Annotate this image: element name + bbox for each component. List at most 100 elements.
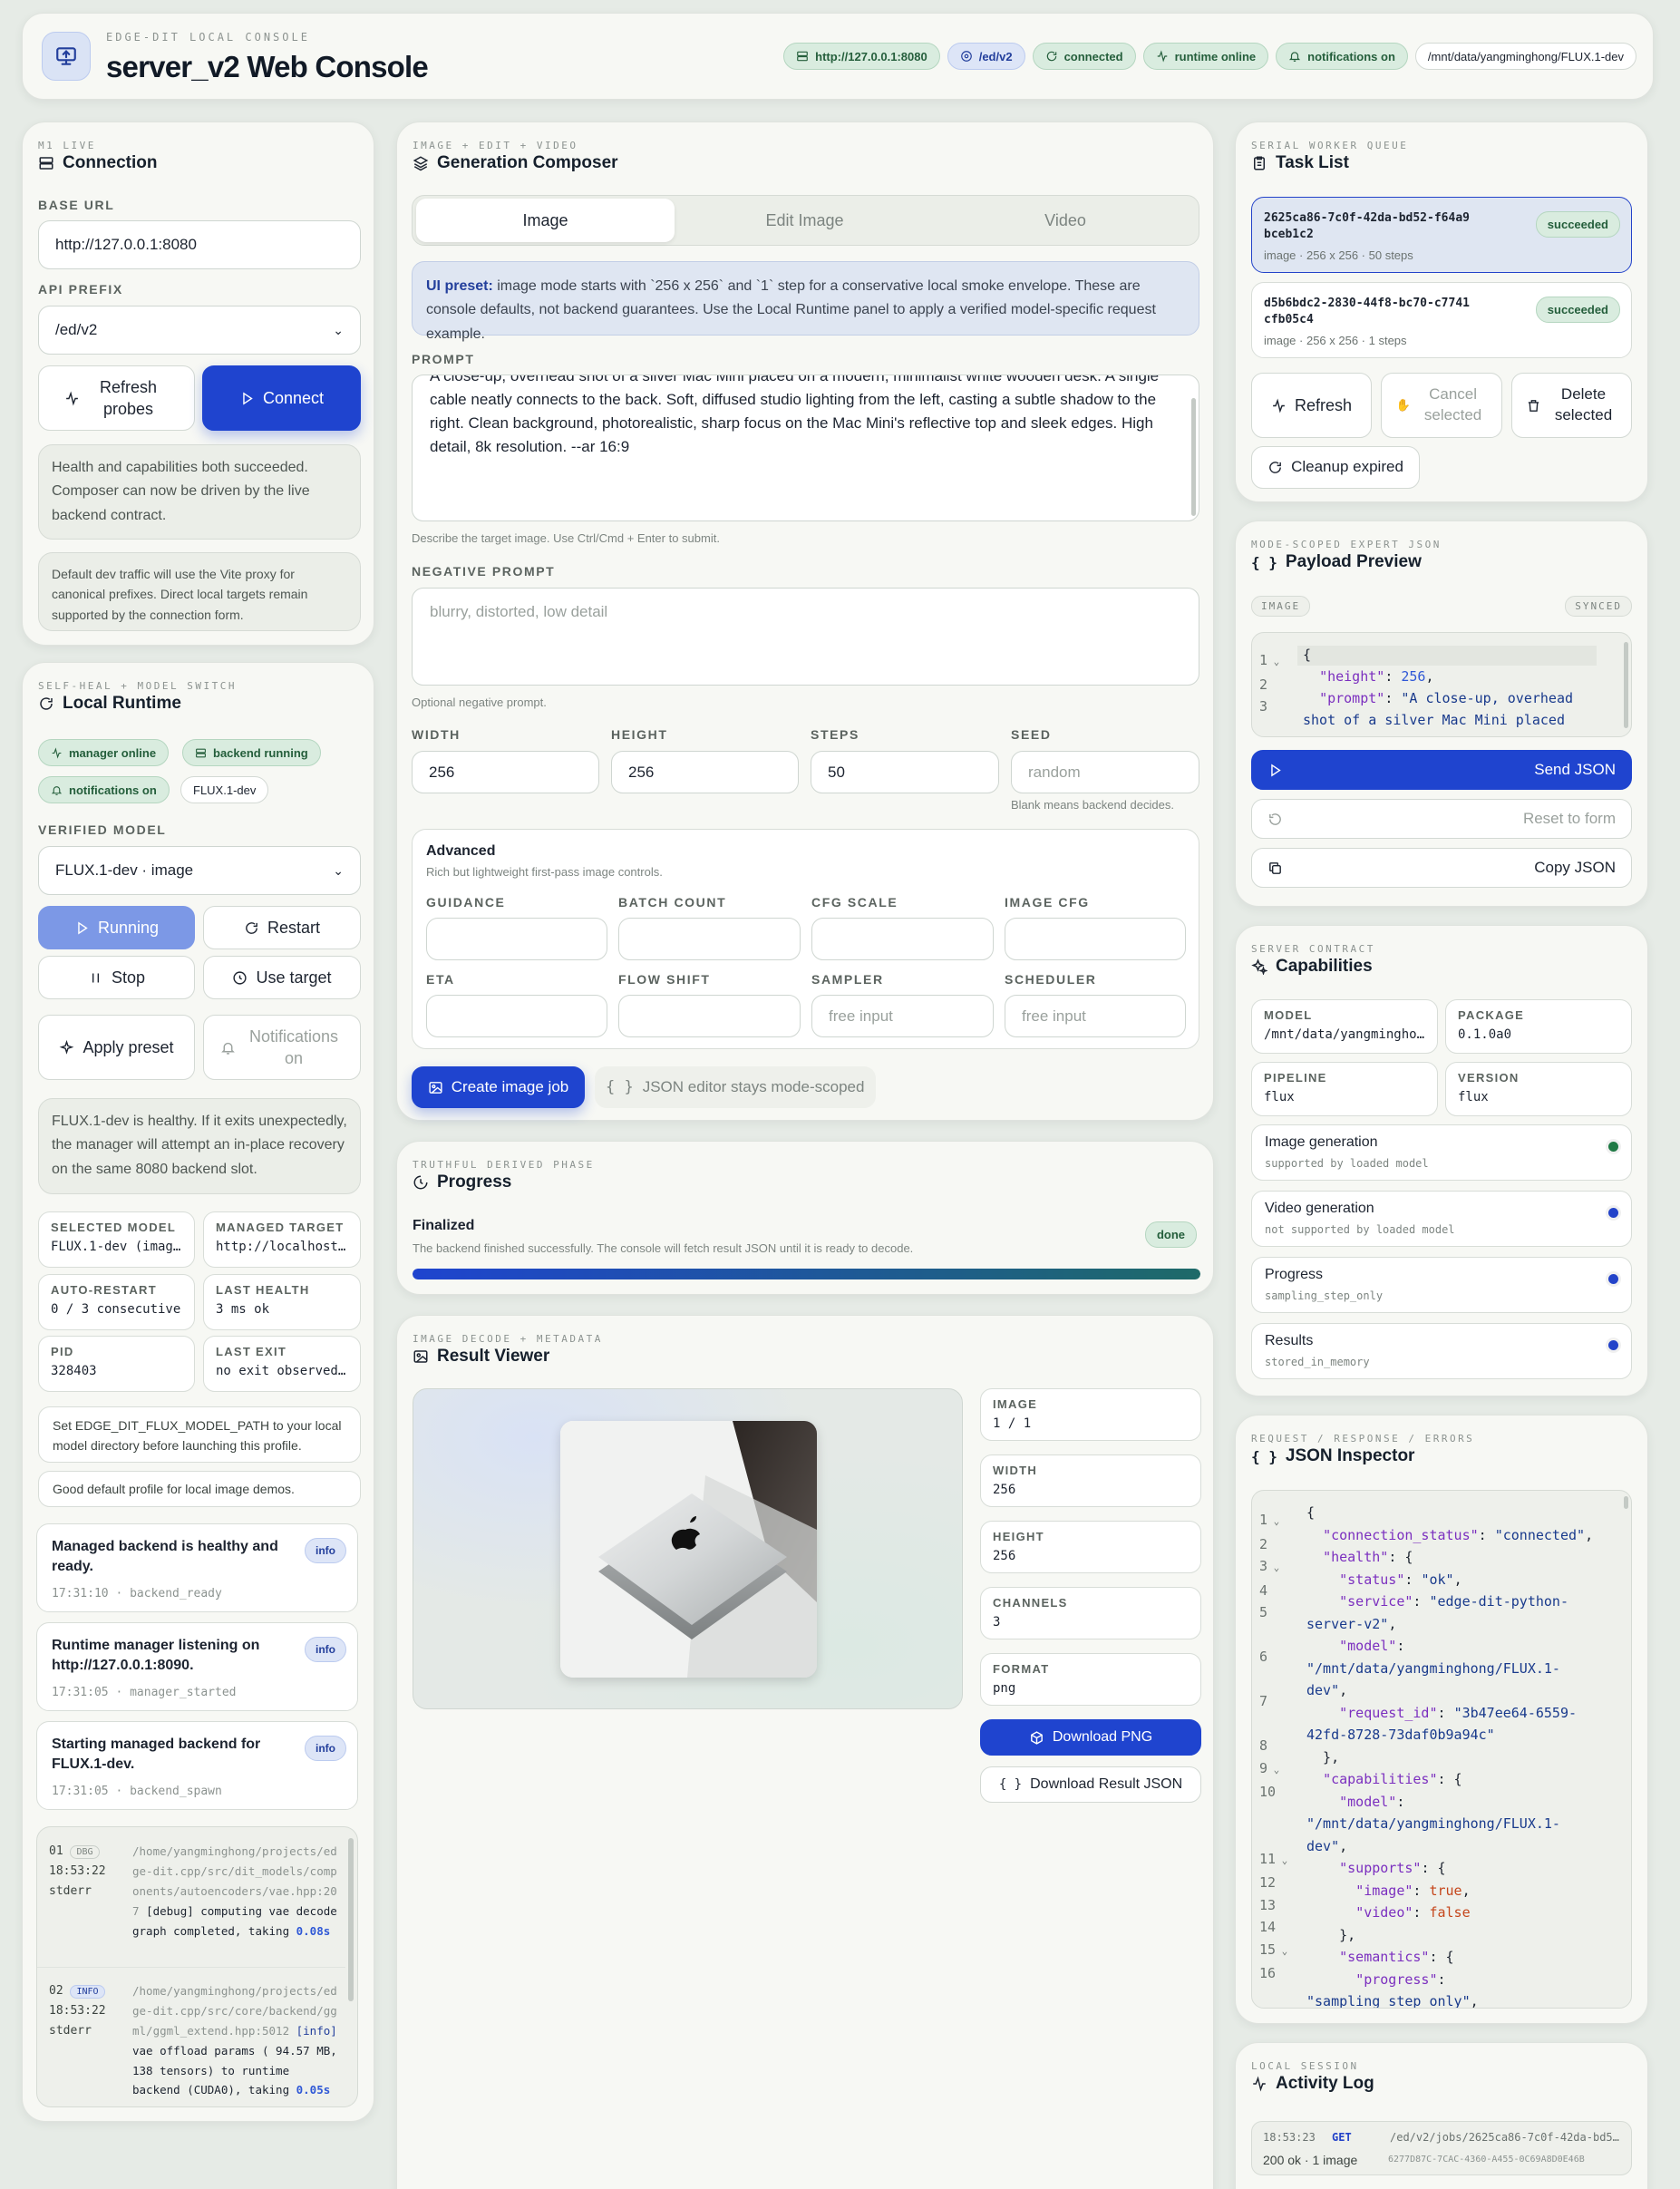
result-image-frame xyxy=(413,1388,963,1709)
payload-mode-chip: IMAGE xyxy=(1251,596,1311,617)
capabilities-title: Capabilities xyxy=(1251,957,1373,977)
runtime-pill: runtime online xyxy=(1142,43,1269,70)
sampler-input[interactable]: free input xyxy=(811,995,994,1037)
progress-card: TRUTHFUL DERIVED PHASE Progress Finalize… xyxy=(396,1141,1214,1295)
api-prefix-select[interactable]: /ed/v2 ⌄ xyxy=(38,306,361,355)
download-png-button[interactable]: Download PNG xyxy=(980,1719,1201,1756)
info-badge: info xyxy=(305,1637,346,1662)
target-icon xyxy=(233,970,248,985)
chevron-down-icon: ⌄ xyxy=(333,862,344,878)
running-button[interactable]: Running xyxy=(38,906,195,949)
activity-title: Activity Log xyxy=(1251,2074,1374,2094)
send-json-button[interactable]: Send JSON xyxy=(1251,750,1632,790)
model-pill: FLUX.1-dev xyxy=(180,776,269,803)
advanced-panel: Advanced Rich but lightweight first-pass… xyxy=(412,829,1199,1049)
managed-target-kv: MANAGED TARGEThttp://localhost:8080 xyxy=(203,1211,361,1268)
connect-button[interactable]: Connect xyxy=(202,365,361,431)
prompt-textarea[interactable]: A close-up, overhead shot of a silver Ma… xyxy=(412,375,1199,521)
stop-button[interactable]: Stop xyxy=(38,956,195,999)
payload-json-editor[interactable]: 1 ⌄ 2 3 { "height": 256, "prompt": "A clos… xyxy=(1251,632,1632,737)
header-pill-row: http://127.0.0.1:8080 /ed/v2 connected r… xyxy=(783,43,1636,70)
cap-package-kv: PACKAGE 0.1.0a0 xyxy=(1445,999,1632,1054)
refresh-icon xyxy=(246,921,257,934)
width-input[interactable]: 256 xyxy=(412,751,599,793)
eta-input[interactable] xyxy=(426,995,607,1037)
eta-label: ETA xyxy=(426,972,455,987)
generated-image[interactable] xyxy=(560,1421,817,1678)
notifications-pill: notifications on xyxy=(1276,43,1408,70)
guidance-label: GUIDANCE xyxy=(426,895,506,910)
base-url-label: BASE URL xyxy=(38,198,115,212)
connection-pill: connected xyxy=(1032,43,1136,70)
activity-item[interactable]: 18:53:23 GET /ed/v2/jobs/2625ca86-7c0f-4… xyxy=(1251,2121,1632,2175)
width-label: WIDTH xyxy=(412,727,461,742)
base-url-input[interactable]: http://127.0.0.1:8080 xyxy=(38,220,361,269)
page-title: server_v2 Web Console xyxy=(106,50,429,83)
guidance-input[interactable] xyxy=(426,918,607,960)
cap-results: Results stored_in_memory xyxy=(1251,1323,1632,1379)
copy-json-button[interactable]: Copy JSON xyxy=(1251,848,1632,888)
runtime-event-item: Runtime manager listening on http://127.… xyxy=(36,1622,358,1711)
timer-icon xyxy=(413,1175,428,1190)
pid-kv: PID 328403 xyxy=(38,1336,195,1392)
tab-edit-image[interactable]: Edit Image xyxy=(676,199,933,242)
seed-input[interactable]: random xyxy=(1011,751,1199,793)
json-scope-chip: { } JSON editor stays mode-scoped xyxy=(595,1066,876,1108)
payload-scrollbar[interactable] xyxy=(1624,642,1628,728)
hand-icon: ✋ xyxy=(1395,398,1412,413)
prompt-scrollbar[interactable] xyxy=(1191,398,1196,516)
result-viewer-card: IMAGE DECODE + METADATA Result Viewer IM… xyxy=(396,1315,1214,2189)
progress-fill xyxy=(413,1269,1200,1279)
cfg-scale-input[interactable] xyxy=(811,918,994,960)
runtime-log-panel[interactable]: 01 DBG 18:53:22 stderr /home/yangminghong/… xyxy=(36,1826,358,2107)
app-logo-icon xyxy=(42,32,91,81)
api-prefix-label: API PREFIX xyxy=(38,282,123,297)
tab-image[interactable]: Image xyxy=(416,199,675,242)
height-input[interactable]: 256 xyxy=(611,751,799,793)
server-icon xyxy=(797,51,808,62)
backend-pill: backend running xyxy=(182,739,321,766)
activity-icon xyxy=(65,390,78,406)
verified-model-select[interactable]: FLUX.1-dev · image ⌄ xyxy=(38,846,361,895)
create-image-job-button[interactable]: Create image job xyxy=(412,1066,585,1108)
cancel-selected-button[interactable]: ✋ Cancel selected xyxy=(1381,373,1502,438)
tasks-title: Task List xyxy=(1251,153,1349,173)
reset-to-form-button[interactable]: Reset to form xyxy=(1251,799,1632,839)
cleanup-expired-button[interactable]: Cleanup expired xyxy=(1251,446,1420,489)
inspector-json-view[interactable]: 1 ⌄ 2 3 ⌄ 4 5 6 7 8 9 ⌄ 10 11 ⌄ 12 13 14 15 ⌄ 16 { "con… xyxy=(1251,1490,1632,2009)
download-result-json-button[interactable]: { } Download Result JSON xyxy=(980,1766,1201,1803)
result-height-kv: HEIGHT 256 xyxy=(980,1521,1201,1573)
restart-button[interactable]: Restart xyxy=(203,906,361,949)
bell-icon xyxy=(1289,52,1301,62)
negative-prompt-textarea[interactable]: blurry, distorted, low detail xyxy=(412,588,1199,686)
batch-count-input[interactable] xyxy=(618,918,801,960)
cap-image-generation: Image generation supported by loaded mode… xyxy=(1251,1124,1632,1181)
tab-video[interactable]: Video xyxy=(936,199,1195,242)
cap-progress: Progress sampling_step_only xyxy=(1251,1257,1632,1313)
steps-input[interactable]: 50 xyxy=(811,751,999,793)
image-cfg-input[interactable] xyxy=(1005,918,1186,960)
refresh-tasks-button[interactable]: Refresh xyxy=(1251,373,1372,438)
delete-selected-button[interactable]: Delete selected xyxy=(1511,373,1632,438)
advanced-title: Advanced xyxy=(426,843,496,859)
apply-preset-button[interactable]: Apply preset xyxy=(38,1015,195,1080)
succeeded-badge: succeeded xyxy=(1535,211,1620,238)
task-item-selected[interactable]: 2625ca86-7c0f-42da-bd52-f64a9bceb1c2 ima… xyxy=(1251,197,1632,273)
notifications-button[interactable]: Notifications on xyxy=(203,1015,361,1080)
scheduler-input[interactable]: free input xyxy=(1005,995,1186,1037)
play-icon xyxy=(78,921,88,934)
cap-pipeline-kv: PIPELINE flux xyxy=(1251,1062,1438,1116)
use-target-button[interactable]: Use target xyxy=(203,956,361,999)
activity-icon xyxy=(1273,397,1285,413)
header-bar: EDGE-DIT LOCAL CONSOLE server_v2 Web Con… xyxy=(22,13,1654,100)
target-icon xyxy=(960,51,972,62)
log-scrollbar[interactable] xyxy=(348,1838,354,2001)
task-item[interactable]: d5b6bdc2-2830-44f8-bc70-c7741cfb05c4 ima… xyxy=(1251,282,1632,358)
flow-shift-input[interactable] xyxy=(618,995,801,1037)
play-icon xyxy=(243,392,253,404)
log-level-badge: INFO xyxy=(70,1985,105,1999)
connection-card: M1 LIVE Connection BASE URL http://127.0… xyxy=(22,122,374,646)
mac-mini-photo xyxy=(560,1421,817,1678)
inspector-scrollbar[interactable] xyxy=(1624,1496,1628,1509)
refresh-probes-button[interactable]: Refresh probes xyxy=(38,365,195,431)
